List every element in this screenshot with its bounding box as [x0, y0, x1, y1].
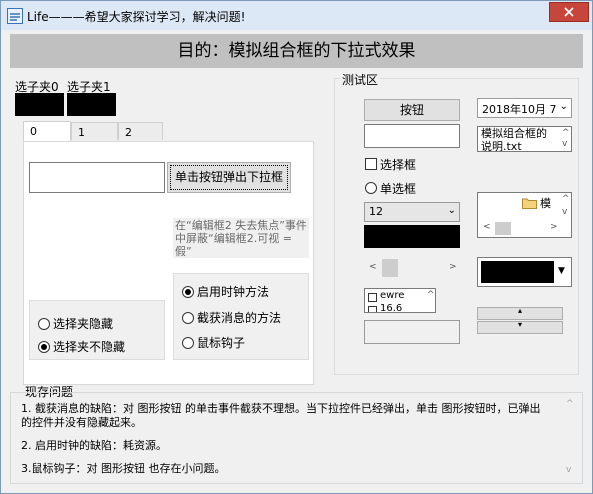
- folder-icon: [522, 198, 537, 209]
- tab-label-1-box: [67, 93, 116, 116]
- problem-line-2: 2. 启用时钟的缺陷：耗资源。: [21, 439, 167, 452]
- title-bar: Life———希望大家探讨学习，解决问题!: [1, 1, 592, 30]
- problems-box: 1. 截获消息的缺陷：对 图形按钮 的单击事件截获不理想。当下拉控件已经弹出，单…: [10, 392, 583, 484]
- list-item-checkbox[interactable]: [368, 306, 377, 312]
- close-button[interactable]: [549, 2, 589, 22]
- problem-line-3: 3.鼠标钩子：对 图形按钮 也存在小问题。: [21, 462, 226, 475]
- scroll-thumb[interactable]: [495, 222, 511, 235]
- radio-timer-method-label: 启用时钟方法: [197, 285, 270, 299]
- problems-vscrollbar[interactable]: ^ v: [560, 395, 580, 481]
- app-icon: [7, 8, 23, 24]
- radio-tab-show-label: 选择夹不隐藏: [53, 340, 126, 354]
- scroll-left-icon: <: [369, 262, 377, 272]
- spin-up-button[interactable]: ▴: [477, 306, 563, 320]
- test-progress: [364, 320, 460, 344]
- test-radio-label: 单选框: [380, 182, 417, 196]
- tab-1-label: 1: [78, 126, 85, 139]
- tab-label-0-box: [15, 93, 64, 116]
- scroll-down-icon: v: [566, 465, 572, 475]
- tab-0[interactable]: 0: [23, 121, 71, 141]
- chevron-down-icon: ⌄: [559, 101, 568, 112]
- caret-down-icon: ▾: [518, 320, 523, 329]
- scroll-left-icon: <: [483, 222, 491, 232]
- test-listbox[interactable]: ewre 16.6 ^: [364, 288, 436, 313]
- tab-1[interactable]: 1: [71, 122, 118, 140]
- tab-2[interactable]: 2: [118, 122, 163, 140]
- hint-box: 在“编辑框2 失去焦点”事件中屏蔽“编辑框2.可视 = 假”: [173, 218, 309, 258]
- scroll-down-icon: v: [562, 139, 568, 149]
- test-checkbox[interactable]: [365, 158, 377, 170]
- scroll-up-icon: ^: [562, 194, 570, 204]
- color-swatch: [481, 261, 554, 283]
- close-icon: [564, 7, 574, 17]
- radio-tab-show[interactable]: [38, 341, 50, 353]
- test-black-panel: [364, 225, 460, 248]
- dropdown-button[interactable]: 单击按钮弹出下拉框: [167, 162, 291, 193]
- color-combo[interactable]: ▼: [477, 257, 572, 287]
- header-bar: 目的：模拟组合框的下拉式效果: [10, 34, 583, 68]
- tree-item: 模: [540, 197, 551, 210]
- test-area-title: 测试区: [340, 71, 381, 88]
- list-item: ewre: [380, 290, 405, 301]
- test-combo-value: 12: [369, 205, 383, 218]
- spin-down-button[interactable]: ▾: [477, 320, 563, 334]
- tab-0-label: 0: [30, 125, 37, 138]
- tab-panel: 单击按钮弹出下拉框 在“编辑框2 失去焦点”事件中屏蔽“编辑框2.可视 = 假”…: [23, 141, 314, 385]
- hint-text: 在“编辑框2 失去焦点”事件中屏蔽“编辑框2.可视 = 假”: [175, 219, 307, 258]
- client-area: 目的：模拟组合框的下拉式效果 选子夹0 选子夹1 0 1 2 单击按钮弹出下拉框…: [8, 30, 585, 488]
- memo-text: 模拟组合框的说明.txt: [481, 127, 547, 152]
- test-radio[interactable]: [365, 182, 377, 194]
- test-hscrollbar[interactable]: < >: [364, 258, 460, 278]
- window-title: Life———希望大家探讨学习，解决问题!: [27, 10, 246, 24]
- main-window: Life———希望大家探讨学习，解决问题! 目的：模拟组合框的下拉式效果 选子夹…: [0, 0, 593, 494]
- scroll-right-icon: >: [449, 262, 457, 272]
- scroll-thumb[interactable]: [382, 259, 398, 277]
- list-item-checkbox[interactable]: [368, 293, 377, 302]
- radio-timer-method[interactable]: [182, 286, 194, 298]
- dropdown-edit[interactable]: [29, 162, 165, 193]
- tab-strip: 0 1 2: [23, 121, 183, 142]
- test-edit[interactable]: [364, 124, 460, 148]
- radio-tab-hide[interactable]: [38, 318, 50, 330]
- test-checkbox-label: 选择框: [380, 158, 417, 172]
- page-title: 目的：模拟组合框的下拉式效果: [177, 41, 416, 61]
- radio-intercept-method[interactable]: [182, 312, 194, 324]
- test-combo[interactable]: 12 ⌄: [364, 202, 460, 222]
- caret-down-icon: ▼: [558, 266, 565, 276]
- scroll-up-icon: ^: [566, 399, 574, 409]
- scroll-down-icon: v: [562, 207, 568, 217]
- caret-up-icon: ▴: [518, 306, 523, 315]
- scroll-right-icon: >: [550, 222, 558, 232]
- tab-2-label: 2: [125, 126, 132, 139]
- tree-view[interactable]: 模 ^ v < >: [477, 192, 572, 238]
- date-value: 2018年10月 7: [482, 103, 557, 116]
- radio-intercept-method-label: 截获消息的方法: [197, 311, 282, 325]
- memo-box[interactable]: 模拟组合框的说明.txt ^ v: [477, 126, 572, 152]
- scroll-up-icon: ^: [562, 128, 570, 138]
- scroll-up-icon: ^: [427, 290, 435, 300]
- radio-tab-hide-label: 选择夹隐藏: [53, 317, 114, 331]
- date-picker[interactable]: 2018年10月 7 ⌄: [477, 98, 572, 118]
- chevron-down-icon: ⌄: [447, 205, 456, 216]
- radio-mouse-hook-label: 鼠标钩子: [197, 336, 246, 350]
- test-button[interactable]: 按钮: [364, 99, 460, 121]
- radio-mouse-hook[interactable]: [182, 337, 194, 349]
- list-item: 16.6: [380, 303, 403, 313]
- problem-line-1: 1. 截获消息的缺陷：对 图形按钮 的单击事件截获不理想。当下拉控件已经弹出，单…: [21, 402, 541, 429]
